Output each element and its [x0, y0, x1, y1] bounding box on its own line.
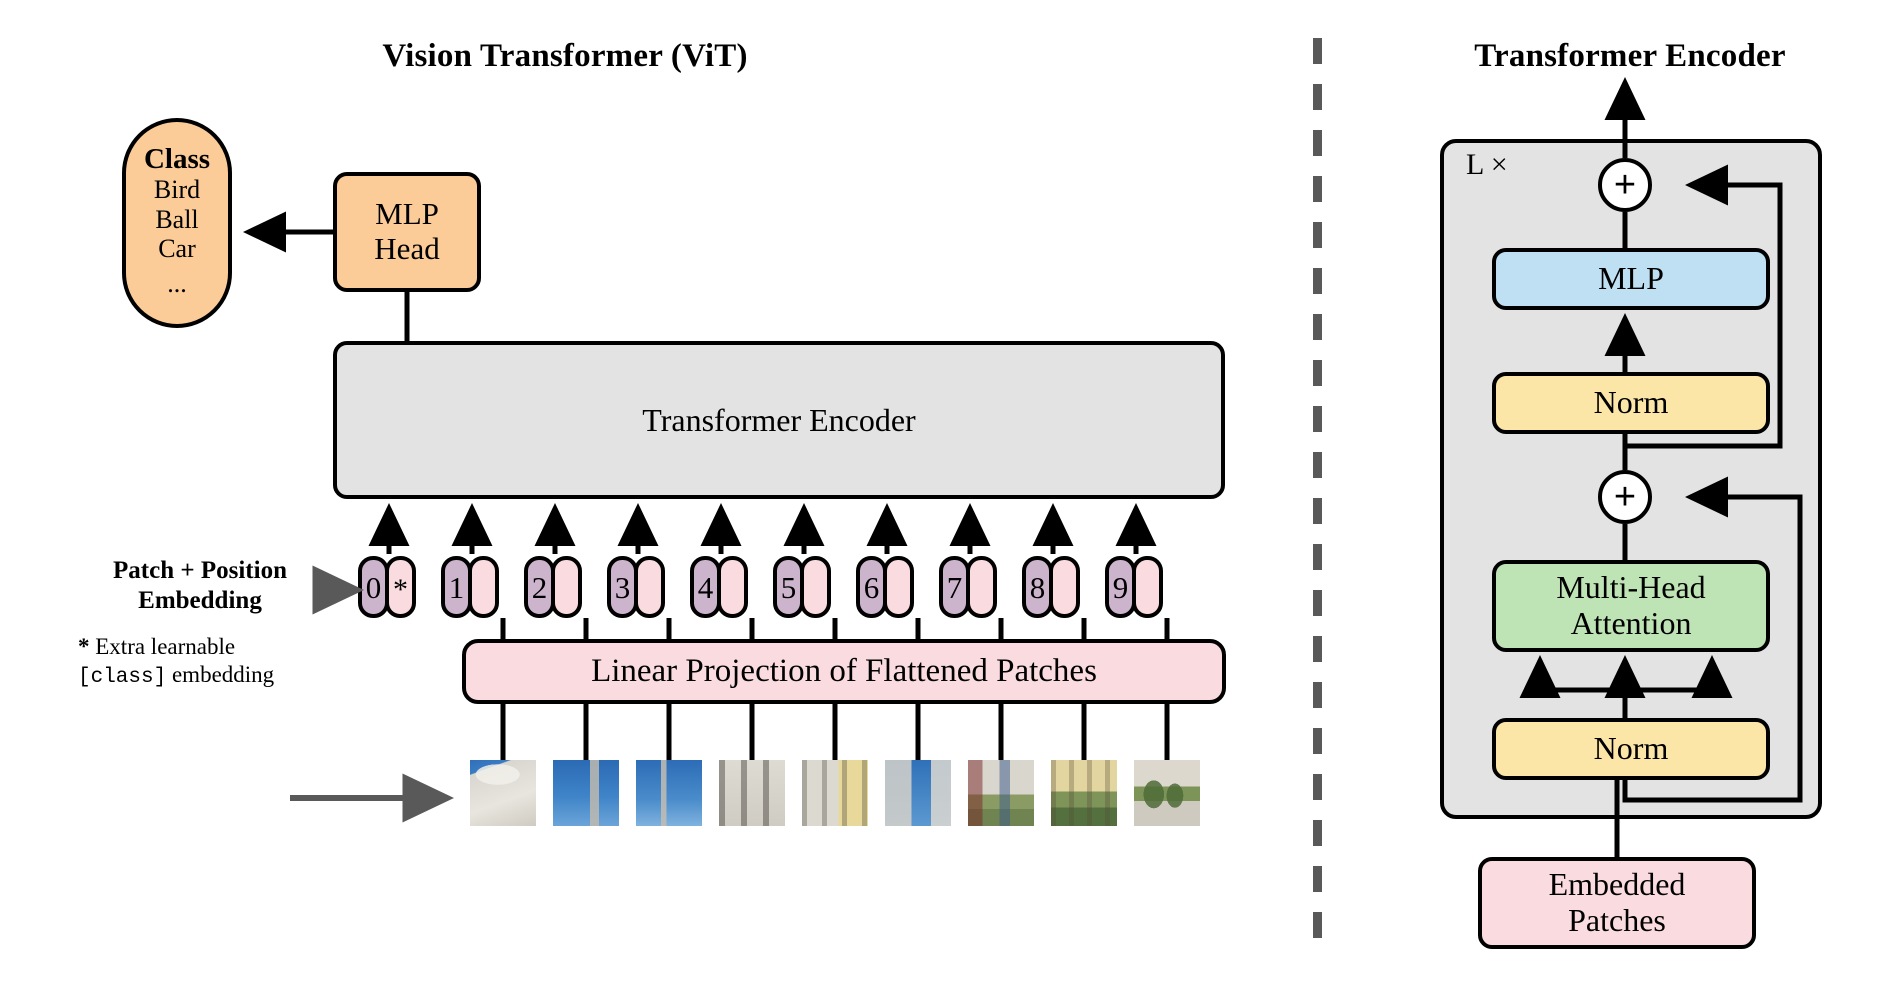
residual-add-middle: +	[1598, 470, 1652, 524]
pp-label-line2: Embedding	[138, 586, 262, 614]
flattened-patch-1	[553, 760, 619, 826]
transformer-encoder-label: Transformer Encoder	[642, 401, 916, 438]
footnote-marker: *	[78, 634, 90, 659]
embedded-patches-line1: Embedded	[1548, 866, 1686, 903]
token-0: 0 *	[358, 556, 416, 618]
encoder-repeat-label: L ×	[1466, 148, 1508, 181]
mha-label-line2: Attention	[1570, 605, 1692, 641]
patch-position-embedding-label: Patch + Position Embedding	[100, 556, 300, 615]
patch-embedding-3	[634, 556, 665, 618]
patch-embedding-0: *	[385, 556, 416, 618]
transformer-encoder-box: Transformer Encoder	[333, 341, 1225, 499]
embedded-patches-box: Embedded Patches	[1478, 857, 1756, 949]
mha-label-line1: Multi-Head	[1556, 569, 1706, 606]
pp-label-line1: Patch + Position	[113, 557, 287, 584]
patch-embedding-6	[883, 556, 914, 618]
patch-embedding-5	[800, 556, 831, 618]
encoder-norm-bottom-box: Norm	[1492, 718, 1770, 780]
source-grid-patch-2	[210, 718, 268, 776]
linear-projection-box: Linear Projection of Flattened Patches	[462, 639, 1226, 704]
encoder-mlp-box: MLP	[1492, 248, 1770, 310]
residual-add-top: +	[1598, 158, 1652, 212]
flattened-patch-4	[802, 760, 868, 826]
patch-embedding-9	[1132, 556, 1163, 618]
encoder-norm-top-box: Norm	[1492, 372, 1770, 434]
patch-embedding-7	[966, 556, 997, 618]
footnote-line2: embedding	[166, 662, 275, 688]
class-heading: Class	[143, 142, 211, 175]
flattened-patch-2	[636, 760, 702, 826]
footnote-line1: Extra learnable	[89, 634, 236, 659]
mlp-head-line1: MLP	[375, 196, 439, 232]
patch-embedding-4	[717, 556, 748, 618]
patch-embedding-1	[468, 556, 499, 618]
class-embedding-footnote: * Extra learnable [class] embedding	[78, 633, 308, 691]
token-8: 8	[1022, 556, 1080, 618]
panel-divider	[1313, 38, 1322, 948]
flattened-patch-0	[470, 760, 536, 826]
mlp-head-box: MLP Head	[333, 172, 481, 292]
encoder-norm-bottom-label: Norm	[1593, 730, 1669, 767]
token-7: 7	[939, 556, 997, 618]
source-grid-patch-5	[210, 780, 268, 838]
source-grid-patch-7	[148, 842, 206, 900]
footnote-mono-token: [class]	[78, 666, 167, 690]
source-grid-patch-8	[210, 842, 268, 900]
encoder-multihead-attention-box: Multi-Head Attention	[1492, 560, 1770, 652]
token-4: 4	[690, 556, 748, 618]
class-item-car: Car	[158, 233, 196, 263]
class-ellipsis: ...	[167, 268, 187, 298]
token-2: 2	[524, 556, 582, 618]
flattened-patch-5	[885, 760, 951, 826]
patch-embedding-8	[1049, 556, 1080, 618]
token-5: 5	[773, 556, 831, 618]
flattened-patch-6	[968, 760, 1034, 826]
token-3: 3	[607, 556, 665, 618]
class-item-ball: Ball	[155, 204, 199, 234]
plus-symbol-middle: +	[1613, 476, 1637, 518]
embedded-patches-line2: Patches	[1568, 902, 1666, 938]
source-grid-patch-4	[148, 780, 206, 838]
source-grid-patch-0	[86, 718, 144, 776]
flattened-patch-8	[1134, 760, 1200, 826]
plus-symbol-top: +	[1613, 164, 1637, 206]
token-1: 1	[441, 556, 499, 618]
source-grid-patch-6	[86, 842, 144, 900]
token-9: 9	[1105, 556, 1163, 618]
encoder-mlp-label: MLP	[1598, 260, 1664, 297]
source-grid-patch-1	[148, 718, 206, 776]
page-title-right: Transformer Encoder	[1474, 38, 1786, 74]
patch-embedding-2	[551, 556, 582, 618]
class-output-box: Class Bird Ball Car ...	[122, 118, 232, 328]
encoder-norm-top-label: Norm	[1593, 384, 1669, 421]
flattened-patch-3	[719, 760, 785, 826]
source-grid-patch-3	[86, 780, 144, 838]
mlp-head-line2: Head	[374, 231, 440, 266]
class-item-bird: Bird	[153, 175, 201, 205]
token-6: 6	[856, 556, 914, 618]
page-title-left: Vision Transformer (ViT)	[382, 38, 748, 74]
flattened-patch-7	[1051, 760, 1117, 826]
linear-projection-label: Linear Projection of Flattened Patches	[591, 653, 1097, 689]
